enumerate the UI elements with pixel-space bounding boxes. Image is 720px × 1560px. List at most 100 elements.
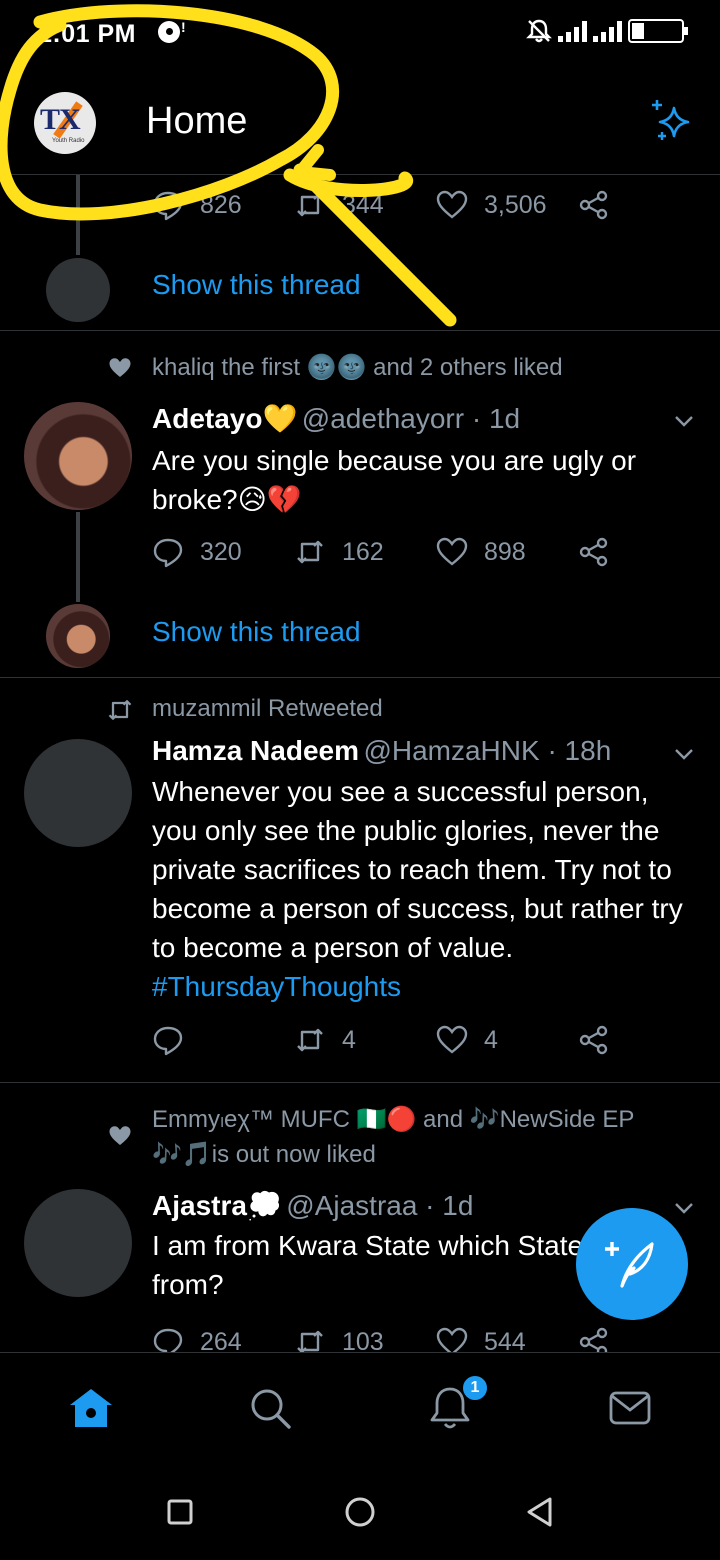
logo-text: TX [40,103,81,136]
reply-button[interactable]: 320 [152,536,242,568]
liked-heart-icon [109,1126,131,1145]
signal-1-icon [558,20,587,42]
retweet-context-icon [108,700,132,720]
home-icon[interactable] [66,1383,116,1433]
system-nav-bar [0,1462,720,1560]
like-button[interactable]: 4 [436,1024,498,1056]
like-count: 4 [484,1025,498,1054]
tweet-actions: 264 103 544 [152,1326,672,1352]
tweet-actions: 4 4 [152,1024,672,1064]
profile-avatar-button[interactable]: TX Youth Radio [34,92,96,154]
chevron-down-icon[interactable] [672,409,696,433]
retweet-button[interactable]: 4 [294,1024,356,1056]
retweet-button[interactable]: 344 [294,189,384,221]
heart-icon [436,1327,468,1352]
notification-badge: 1 [461,1374,489,1402]
messages-mail-icon[interactable] [605,1383,655,1433]
recent-apps-icon[interactable] [160,1492,200,1532]
tweet-text: Whenever you see a successful person, yo… [152,776,683,963]
author-avatar[interactable] [24,402,132,510]
author-handle: @Ajastraa · 1d [286,1190,474,1221]
retweet-icon [297,1330,323,1352]
thread-line [76,512,80,602]
retweet-count: 344 [342,190,384,219]
app-header: TX Youth Radio Home [0,70,720,175]
sparkle-icon[interactable] [644,94,696,146]
like-button[interactable]: 544 [436,1326,526,1352]
share-icon [579,537,608,567]
tweet-actions: 826 344 3,506 [152,189,672,229]
reply-count: 264 [200,1327,242,1353]
thread-avatar[interactable] [46,258,110,322]
chevron-down-icon[interactable] [672,742,696,766]
share-button[interactable] [578,536,610,568]
social-context: khaliq the first 🌚🌚 and 2 others liked [152,354,563,381]
show-thread-link[interactable]: Show this thread [152,616,361,648]
status-bar: 1:01 PM ! [0,0,720,70]
app-notification-icon [158,21,180,43]
reply-button[interactable]: 264 [152,1326,242,1352]
tweet-text-container: Whenever you see a successful person, yo… [152,772,697,1006]
retweet-icon [297,1028,323,1052]
compose-feather-icon [605,1242,654,1288]
tweet-header: Adetayo💛 @adethayorr · 1d [152,402,520,435]
mute-icon [526,19,552,43]
reply-count: 826 [200,190,242,219]
author-avatar[interactable] [24,739,132,847]
liked-heart-icon [109,358,131,377]
thread-avatar[interactable] [46,604,110,668]
home-circle-icon[interactable] [340,1492,380,1532]
share-button[interactable] [578,1326,610,1352]
show-thread-link[interactable]: Show this thread [152,269,361,301]
retweet-icon [297,193,323,217]
tweet-header: Ajastra💭 @Ajastraa · 1d [152,1189,473,1222]
hashtag-link[interactable]: #ThursdayThoughts [152,971,401,1002]
battery-icon [628,19,688,43]
author-name[interactable]: Hamza Nadeem [152,735,359,766]
divider [0,1082,720,1083]
share-button[interactable] [578,1024,610,1056]
heart-icon [436,537,468,566]
share-icon [579,1025,608,1055]
retweet-count: 4 [342,1025,356,1054]
logo-subtext: Youth Radio [52,138,85,144]
share-icon [579,190,608,220]
retweet-button[interactable]: 162 [294,536,384,568]
social-context-line1: Emmyₗеχ™ MUFC 🇳🇬🔴 and 🎶NewSide EP [152,1106,635,1133]
search-icon[interactable] [245,1383,295,1433]
tweet-header: Hamza Nadeem @HamzaHNK · 18h [152,735,611,767]
social-context: muzammil Retweeted [152,695,383,722]
author-name[interactable]: Adetayo💛 [152,403,297,434]
retweet-button[interactable]: 103 [294,1326,384,1352]
heart-icon [436,190,468,219]
divider [0,330,720,331]
page-title: Home [146,100,248,142]
author-handle: @adethayorr · 1d [301,403,521,434]
share-button[interactable] [578,189,610,221]
tweet-text: Are you single because you are ugly or b… [152,445,637,515]
like-button[interactable]: 898 [436,536,526,568]
reply-button[interactable]: 826 [152,189,242,221]
share-icon [579,1327,608,1352]
chevron-down-icon[interactable] [672,1196,696,1220]
reply-button[interactable] [152,1024,200,1056]
author-name[interactable]: Ajastra💭 [152,1190,282,1221]
like-count: 898 [484,537,526,566]
reply-icon [153,1026,183,1056]
status-icons [526,18,688,44]
retweet-count: 103 [342,1327,384,1353]
reply-icon [153,191,183,221]
like-count: 3,506 [484,190,547,219]
status-time: 1:01 PM [38,20,136,48]
compose-tweet-button[interactable] [576,1208,688,1320]
back-triangle-icon[interactable] [520,1492,560,1532]
reply-icon [153,538,183,568]
thread-line [76,175,80,255]
signal-2-icon [593,20,622,42]
like-count: 544 [484,1327,526,1353]
like-button[interactable]: 3,506 [436,189,547,221]
author-avatar[interactable] [24,1189,132,1297]
reply-icon [153,1328,183,1352]
heart-icon [436,1025,468,1054]
tweet-actions: 320 162 898 [152,536,672,576]
